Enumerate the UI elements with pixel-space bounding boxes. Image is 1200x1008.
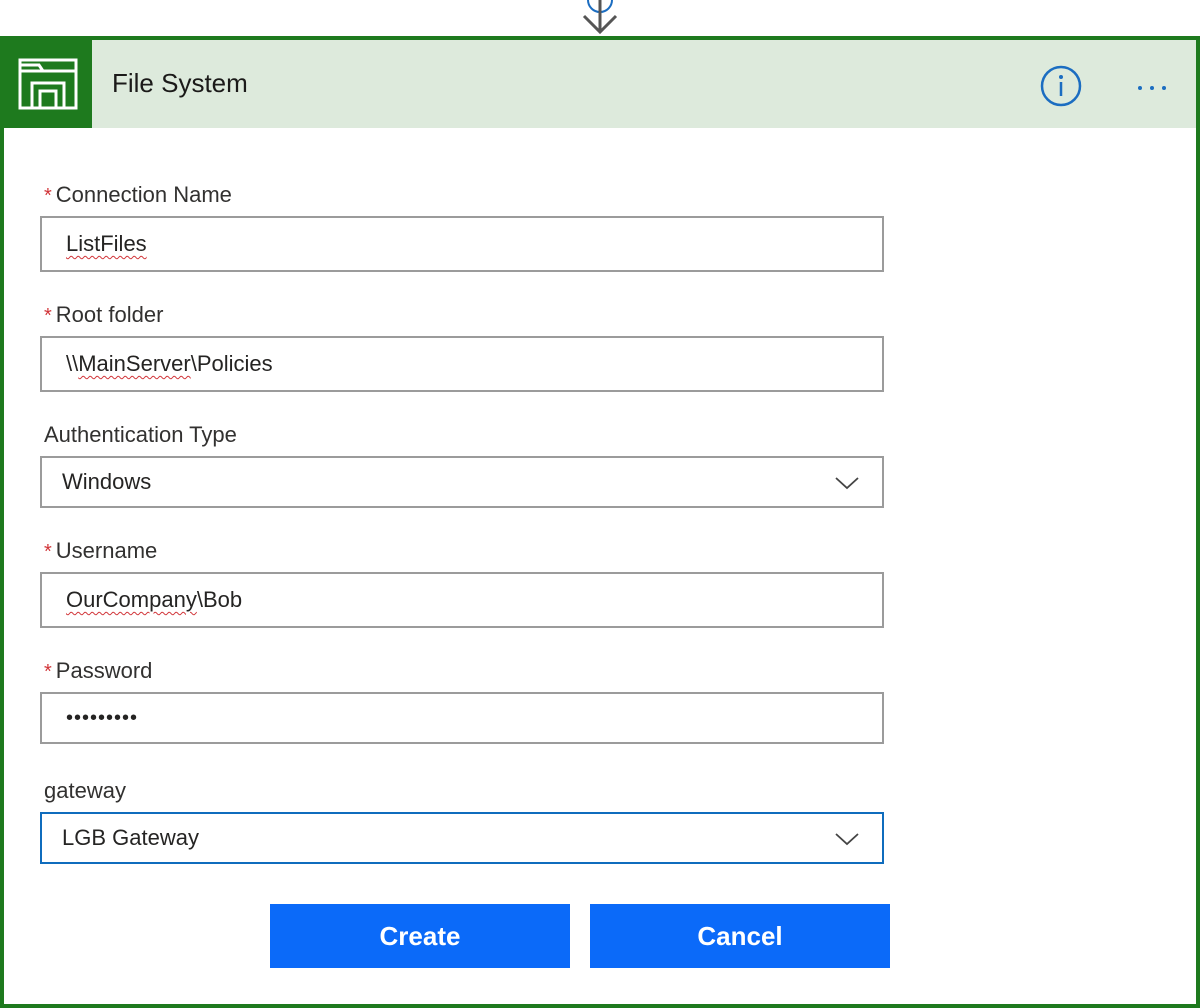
card-header: File System [4,40,1196,128]
chevron-down-icon [835,477,859,490]
create-button[interactable]: Create [270,904,570,968]
root-folder-label: * Root folder [44,302,164,327]
gateway-dropdown[interactable]: LGB Gateway [40,812,884,864]
root-folder-input[interactable]: \\ MainServer \Policies [40,336,884,392]
ellipsis-icon [1138,86,1142,90]
connection-name-input[interactable]: ListFiles [40,216,884,272]
gateway-label: gateway [44,778,126,803]
authentication-type-label: Authentication Type [44,422,237,447]
connection-name-label: * Connection Name [44,182,232,207]
flow-connector-arrow-icon [582,0,618,35]
more-options-button[interactable] [1124,70,1180,106]
password-input[interactable]: ••••••••• [40,692,884,744]
info-icon[interactable] [1040,65,1082,107]
connection-card: File System * Connection Name ListFiles *… [0,36,1200,1008]
card-title: File System [112,68,248,98]
username-label: * Username [44,538,158,563]
username-input[interactable]: OurCompany \Bob [40,572,884,628]
folder-icon [18,58,78,110]
cancel-button[interactable]: Cancel [590,904,890,968]
authentication-type-dropdown[interactable]: Windows [40,456,884,508]
app-icon-tile [4,40,92,128]
password-label: * Password [44,658,153,683]
chevron-down-icon [835,833,859,846]
